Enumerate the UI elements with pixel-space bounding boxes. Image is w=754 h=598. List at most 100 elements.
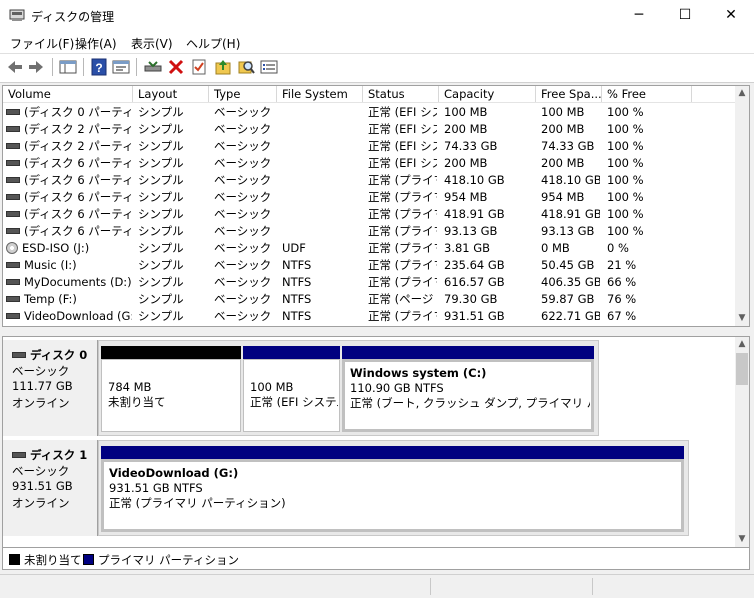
check-icon[interactable] — [189, 57, 209, 77]
table-cell — [282, 172, 361, 189]
details-icon[interactable] — [259, 57, 279, 77]
column-header-percent-free[interactable]: % Free — [602, 86, 692, 102]
scroll-down-icon[interactable]: ▼ — [735, 313, 749, 323]
column-header-volume[interactable]: Volume — [3, 86, 133, 102]
minimize-button[interactable]: ─ — [616, 0, 662, 31]
table-row[interactable]: (ディスク 6 パーティション 2) シンプル ベーシック 正常 (プライマリ パーテ… — [3, 172, 734, 189]
menu-help[interactable]: ヘルプ(H) — [186, 35, 240, 52]
column-header-free-space[interactable]: Free Spa... — [536, 86, 602, 102]
cell-text: Temp (F:) — [24, 292, 77, 306]
table-cell: 93.13 GB — [444, 223, 534, 240]
cell-text: 93.13 GB — [541, 224, 595, 238]
column-header-file-system[interactable]: File System — [277, 86, 363, 102]
cell-text: 50.45 GB — [541, 258, 595, 272]
table-cell: ベーシック — [214, 138, 275, 155]
cell-text: シンプル — [138, 292, 184, 306]
scroll-up-icon[interactable]: ▲ — [735, 88, 749, 98]
table-row[interactable]: MyDocuments (D:) シンプル ベーシック NTFS 正常 (プライマリ パ… — [3, 274, 734, 291]
table-row[interactable]: (ディスク 6 パーティション 1) シンプル ベーシック 正常 (EFI システム … — [3, 155, 734, 172]
up-folder-icon[interactable] — [213, 57, 233, 77]
forward-icon[interactable] — [26, 57, 46, 77]
partition-size: 931.51 GB NTFS — [109, 481, 203, 495]
table-row[interactable]: (ディスク 2 パーティション 2) シンプル ベーシック 正常 (EFI システム … — [3, 138, 734, 155]
pane-splitter[interactable] — [0, 328, 754, 335]
cell-text: シンプル — [138, 122, 184, 136]
cell-text: 100 % — [607, 122, 644, 136]
cell-text: 931.51 GB — [444, 309, 505, 323]
table-cell: 50.45 GB — [541, 257, 600, 274]
cell-text: 235.64 GB — [444, 258, 505, 272]
connect-drive-icon[interactable] — [143, 57, 163, 77]
cell-text: 0 MB — [541, 241, 570, 255]
table-cell: 418.91 GB — [444, 206, 534, 223]
partition-unallocated[interactable]: 784 MB 未割り当て — [101, 359, 241, 432]
table-cell: ベーシック — [214, 223, 275, 240]
table-row[interactable]: Music (I:) シンプル ベーシック NTFS 正常 (プライマリ パーティション… — [3, 257, 734, 274]
table-cell — [282, 223, 361, 240]
partition-windows-system[interactable]: Windows system (C:) 110.90 GB NTFS 正常 (ブ… — [342, 359, 594, 432]
table-cell: (ディスク 6 パーティション 3) — [6, 189, 132, 206]
toolbar-separator — [136, 58, 137, 76]
volume-list-scrollbar[interactable]: ▲ ▼ — [735, 86, 749, 326]
delete-icon[interactable] — [166, 57, 186, 77]
back-icon[interactable] — [5, 57, 25, 77]
disk-view-scrollbar[interactable]: ▲ ▼ — [735, 337, 749, 547]
cell-text: 418.91 GB — [444, 207, 505, 221]
cell-text: ベーシック — [214, 156, 272, 170]
table-row[interactable]: (ディスク 6 パーティション 5) シンプル ベーシック 正常 (プライマリ パーテ… — [3, 223, 734, 240]
search-icon[interactable] — [236, 57, 256, 77]
cell-text: 100 % — [607, 207, 644, 221]
cd-drive-icon — [6, 241, 18, 254]
volume-icon — [6, 278, 20, 285]
menu-action[interactable]: 操作(A) — [75, 35, 117, 52]
scroll-up-icon[interactable]: ▲ — [735, 339, 749, 349]
toolbar-separator — [52, 58, 53, 76]
cell-text: 79.30 GB — [444, 292, 498, 306]
volume-icon — [6, 108, 20, 115]
cell-text: シンプル — [138, 156, 184, 170]
table-row[interactable]: VideoDownload (G:) シンプル ベーシック NTFS 正常 (プライマリ… — [3, 308, 734, 325]
close-button[interactable]: ✕ — [708, 0, 754, 31]
cell-text: 200 MB — [541, 122, 585, 136]
cell-text: 200 MB — [444, 122, 488, 136]
volume-icon — [6, 142, 20, 149]
properties-icon[interactable] — [111, 57, 131, 77]
disk-1-state: オンライン — [12, 496, 70, 510]
cell-text: 100 MB — [444, 105, 488, 119]
column-header-status[interactable]: Status — [363, 86, 439, 102]
table-row[interactable]: ESD-ISO (J:) シンプル ベーシック UDF 正常 (プライマリ パーティショ… — [3, 240, 734, 257]
menu-view[interactable]: 表示(V) — [131, 35, 173, 52]
maximize-button[interactable]: ☐ — [662, 0, 708, 31]
cell-text: ベーシック — [214, 224, 272, 238]
menu-file[interactable]: ファイル(F) — [10, 35, 74, 52]
column-header-layout[interactable]: Layout — [133, 86, 209, 102]
cell-text: 100 % — [607, 190, 644, 204]
cell-text: シンプル — [138, 139, 184, 153]
scroll-thumb[interactable] — [736, 353, 748, 385]
table-cell: 正常 (EFI システム パーティション) — [368, 138, 437, 155]
partition-efi[interactable]: 100 MB 正常 (EFI システム パーティション) — [243, 359, 340, 432]
cell-text: 正常 (プライマリ パーティション) — [368, 309, 437, 323]
column-header-capacity[interactable]: Capacity — [439, 86, 536, 102]
table-row[interactable]: (ディスク 6 パーティション 4) シンプル ベーシック 正常 (プライマリ パーテ… — [3, 206, 734, 223]
console-tree-icon[interactable] — [58, 57, 78, 77]
cell-text: 正常 (EFI システム パーティション) — [368, 156, 437, 170]
cell-text: 200 MB — [444, 156, 488, 170]
table-cell: シンプル — [138, 308, 207, 325]
scroll-down-icon[interactable]: ▼ — [735, 534, 749, 544]
table-row[interactable]: Temp (F:) シンプル ベーシック NTFS 正常 (ページ ファイル) 79.30… — [3, 291, 734, 308]
table-row[interactable]: (ディスク 0 パーティション 1) シンプル ベーシック 正常 (EFI システム … — [3, 104, 734, 121]
disk-1-name: ディスク 1 — [12, 447, 87, 463]
table-row[interactable]: (ディスク 2 パーティション 1) シンプル ベーシック 正常 (EFI システム … — [3, 121, 734, 138]
volume-icon — [6, 125, 20, 132]
partition-videodownload[interactable]: VideoDownload (G:) 931.51 GB NTFS 正常 (プラ… — [101, 459, 684, 532]
cell-text: Music (I:) — [24, 258, 77, 272]
minimize-icon: ─ — [634, 7, 644, 23]
cell-text: 正常 (プライマリ パーティション) — [368, 258, 437, 272]
table-row[interactable]: (ディスク 6 パーティション 3) シンプル ベーシック 正常 (プライマリ パーテ… — [3, 189, 734, 206]
help-icon[interactable]: ? — [89, 57, 109, 77]
table-cell: ベーシック — [214, 291, 275, 308]
cell-text: シンプル — [138, 309, 184, 323]
window-title: ディスクの管理 — [31, 10, 115, 24]
column-header-type[interactable]: Type — [209, 86, 277, 102]
